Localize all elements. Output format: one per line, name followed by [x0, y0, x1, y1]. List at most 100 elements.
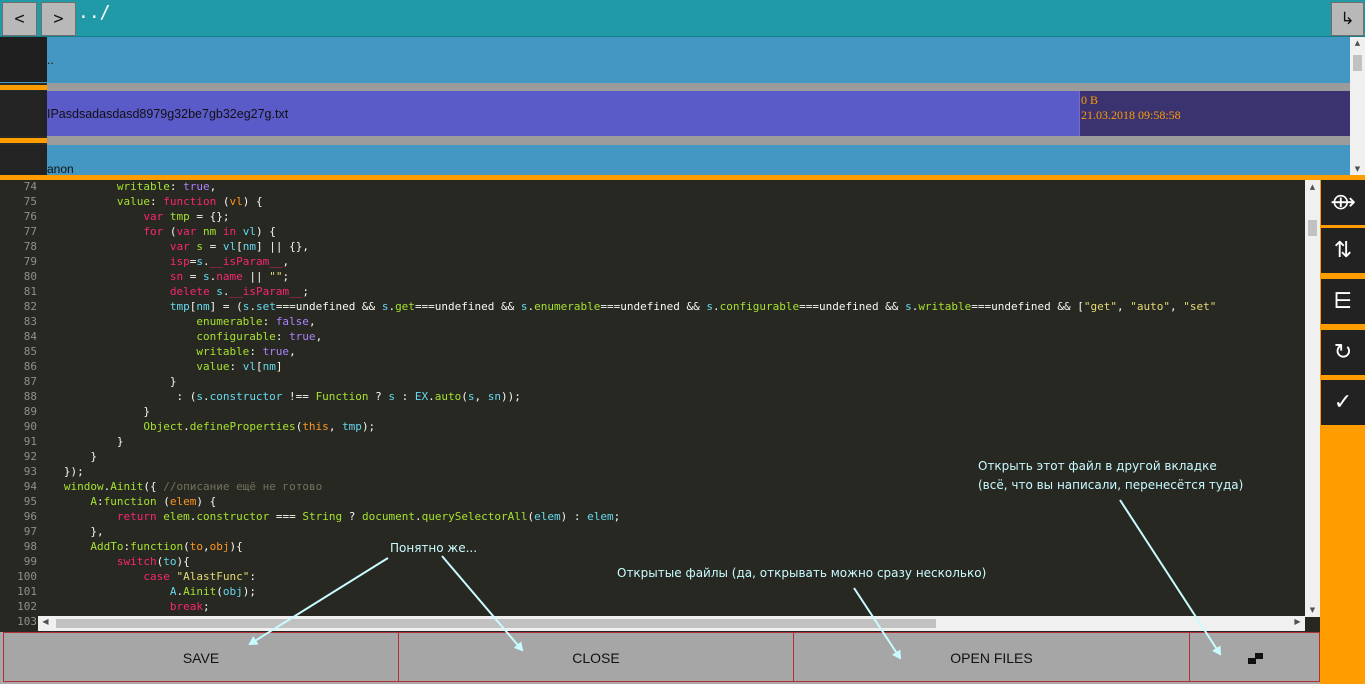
- line-number: 93: [23, 465, 37, 478]
- code-line: },: [44, 525, 104, 538]
- current-path: ../: [78, 2, 111, 23]
- file-name: ..: [47, 53, 54, 67]
- new-tab-icon: [1247, 653, 1263, 665]
- line-number: 99: [23, 555, 37, 568]
- file-size: 0 B: [1081, 93, 1099, 107]
- file-row-folder[interactable]: anon: [0, 145, 1350, 175]
- line-number: 81: [23, 285, 37, 298]
- line-number: 96: [23, 510, 37, 523]
- code-line: writable: true,: [116, 180, 217, 193]
- code-line: switch(to){: [116, 555, 190, 568]
- scroll-thumb[interactable]: [1353, 55, 1362, 71]
- check-icon[interactable]: ✓: [1321, 380, 1365, 428]
- code-line: delete s.__isParam__;: [169, 285, 309, 298]
- line-number: 98: [23, 540, 37, 553]
- annotation-obvious: Понятно же...: [390, 541, 478, 555]
- file-row-parent[interactable]: ..: [0, 37, 1350, 83]
- list-icon[interactable]: ⋿: [1321, 279, 1365, 327]
- line-number: 102: [17, 600, 37, 613]
- line-number: 97: [23, 525, 37, 538]
- line-number: 84: [23, 330, 37, 343]
- code-line: sn = s.name || "";: [169, 270, 290, 283]
- line-number: 79: [23, 255, 37, 268]
- row-divider: [0, 83, 1350, 91]
- code-line: configurable: true,: [196, 330, 323, 343]
- file-name: anon: [47, 162, 74, 175]
- line-number: 85: [23, 345, 37, 358]
- bottom-bar: SAVE CLOSE OPEN FILES: [0, 632, 1320, 684]
- code-line: var tmp = {};: [143, 210, 230, 223]
- open-files-button[interactable]: OPEN FILES: [793, 632, 1190, 682]
- file-info: 0 B 21.03.2018 09:58:58: [1079, 91, 1350, 136]
- code-line: var s = vl[nm] || {},: [169, 240, 309, 253]
- annotation-new-tab-line1: Открыть этот файл в другой вкладке: [978, 459, 1217, 473]
- code-line: break;: [169, 600, 210, 613]
- file-date: 21.03.2018 09:58:58: [1081, 108, 1181, 122]
- code-line: Object.defineProperties(this, tmp);: [143, 420, 376, 433]
- new-tab-button[interactable]: [1189, 632, 1320, 682]
- code-line: : (s.constructor !== Function ? s : EX.a…: [44, 390, 521, 403]
- path-bar: < > ../ ↳: [0, 0, 1365, 37]
- file-row-selected[interactable]: IPasdsadasdasd8979g32be7gb32eg27g.txt 0 …: [0, 91, 1350, 136]
- code-line: isp=s.__isParam__,: [169, 255, 290, 268]
- code-line: window.Ainit({ //описание ещё не готово: [63, 480, 323, 493]
- line-number: 92: [23, 450, 37, 463]
- line-number: 89: [23, 405, 37, 418]
- reload-icon[interactable]: ↻: [1321, 330, 1365, 378]
- go-up-button[interactable]: ↳: [1331, 2, 1364, 36]
- row-marker: [0, 37, 47, 82]
- line-number: 94: [23, 480, 37, 493]
- swap-vertical-icon[interactable]: ⇅: [1321, 228, 1365, 276]
- line-number: 74: [23, 180, 37, 193]
- code-line: tmp[nm] = (s.set===undefined && s.get===…: [169, 300, 1217, 313]
- scroll-down-icon[interactable]: ▼: [1350, 165, 1365, 173]
- scroll-up-icon[interactable]: ▲: [1305, 183, 1320, 191]
- scroll-down-icon[interactable]: ▼: [1305, 606, 1320, 614]
- arrow-right-icon[interactable]: ⟴: [1321, 180, 1365, 228]
- line-number: 75: [23, 195, 37, 208]
- forward-button[interactable]: >: [41, 2, 76, 36]
- annotation-open-files: Открытые файлы (да, открывать можно сраз…: [617, 566, 987, 580]
- code-line: value: function (vl) {: [116, 195, 263, 208]
- line-number: 77: [23, 225, 37, 238]
- code-line: }: [44, 375, 177, 388]
- line-gutter: 74 75 76 77 78 79 80 81 82 83 84 85 86 87 88 89 90 91 92 93…: [0, 180, 44, 632]
- line-number: 103: [17, 615, 37, 628]
- code-line: }: [44, 450, 97, 463]
- editor-vertical-scrollbar[interactable]: ▲ ▼: [1305, 180, 1320, 617]
- row-marker-bar: [0, 85, 47, 90]
- line-number: 86: [23, 360, 37, 373]
- code-editor[interactable]: 74 75 76 77 78 79 80 81 82 83 84 85 86 87 88 89 90 91 92 93…: [0, 180, 1320, 632]
- line-number: 80: [23, 270, 37, 283]
- code-line: });: [44, 465, 84, 478]
- line-number: 100: [17, 570, 37, 583]
- code-line: }: [44, 405, 150, 418]
- back-button[interactable]: <: [2, 2, 37, 36]
- line-number: 87: [23, 375, 37, 388]
- scroll-thumb[interactable]: [1308, 220, 1317, 236]
- line-number: 95: [23, 495, 37, 508]
- save-button[interactable]: SAVE: [3, 632, 399, 682]
- line-number: 78: [23, 240, 37, 253]
- line-number: 90: [23, 420, 37, 433]
- code-line: for (var nm in vl) {: [143, 225, 276, 238]
- close-button[interactable]: CLOSE: [398, 632, 794, 682]
- row-divider: [0, 136, 1350, 145]
- scroll-thumb[interactable]: [56, 619, 936, 628]
- scroll-left-icon[interactable]: ◀: [38, 617, 53, 626]
- scroll-right-icon[interactable]: ▶: [1290, 617, 1305, 626]
- line-number: 91: [23, 435, 37, 448]
- editor-horizontal-scrollbar[interactable]: ◀ ▶: [38, 616, 1305, 631]
- line-number: 83: [23, 315, 37, 328]
- code-line: }: [44, 435, 124, 448]
- right-toolbar: ⟴ ⇅ ⋿ ↻ ✓: [1320, 180, 1365, 684]
- code-line: A.Ainit(obj);: [169, 585, 256, 598]
- annotation-new-tab-line2: (всё, что вы написали, перенесётся туда): [978, 478, 1244, 492]
- line-number: 101: [17, 585, 37, 598]
- code-line: A:function (elem) {: [90, 495, 217, 508]
- file-list: .. IPasdsadasdasd8979g32be7gb32eg27g.txt…: [0, 37, 1365, 175]
- row-marker-bar: [0, 138, 47, 143]
- scroll-up-icon[interactable]: ▲: [1350, 39, 1365, 47]
- file-list-scrollbar[interactable]: ▲ ▼: [1350, 37, 1365, 175]
- code-line: enumerable: false,: [196, 315, 316, 328]
